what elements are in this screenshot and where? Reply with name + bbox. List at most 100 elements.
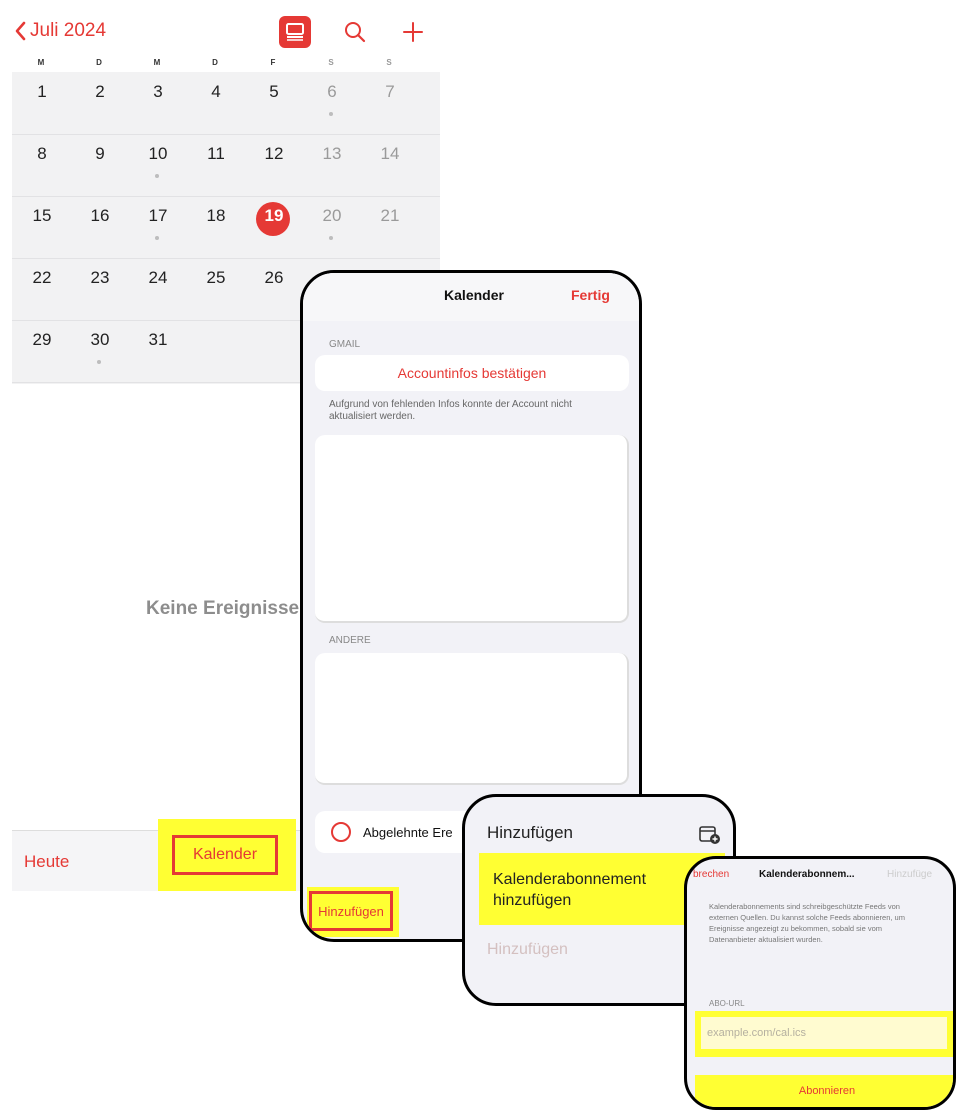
day-cell[interactable]: 29 bbox=[22, 330, 62, 350]
day-cell[interactable]: 14 bbox=[370, 144, 410, 164]
day-number: 31 bbox=[148, 330, 168, 349]
day-number: 30 bbox=[90, 330, 110, 349]
day-number: 7 bbox=[385, 82, 395, 101]
day-cell[interactable]: 6 bbox=[312, 82, 352, 116]
no-events-label: Keine Ereignisse bbox=[146, 598, 300, 619]
calendar-view-icon bbox=[286, 23, 304, 41]
day-number: 8 bbox=[37, 144, 47, 163]
section-header-other: ANDERE bbox=[329, 635, 371, 646]
day-cell[interactable]: 13 bbox=[312, 144, 352, 164]
day-cell[interactable]: 21 bbox=[370, 206, 410, 226]
day-number: 6 bbox=[327, 82, 337, 101]
day-number: 14 bbox=[380, 144, 400, 163]
search-button[interactable] bbox=[339, 16, 371, 48]
search-icon bbox=[345, 22, 366, 43]
chevron-left-icon bbox=[15, 21, 26, 41]
day-number: 26 bbox=[264, 268, 284, 287]
add-menu-disabled-item: Hinzufügen bbox=[487, 941, 568, 958]
day-number: 25 bbox=[206, 268, 226, 287]
day-number: 19 bbox=[264, 206, 284, 225]
section-header-gmail: GMAIL bbox=[329, 339, 361, 350]
day-cell[interactable]: 1 bbox=[22, 82, 62, 102]
subscription-sheet: brechen Kalenderabonnem... Hinzufüge Kal… bbox=[684, 856, 956, 1110]
calendar-header: Juli 2024 bbox=[0, 0, 440, 60]
done-button[interactable]: Fertig bbox=[571, 287, 610, 303]
day-number: 4 bbox=[211, 82, 221, 101]
subscribe-button[interactable]: Abonnieren bbox=[695, 1085, 953, 1097]
view-mode-button[interactable] bbox=[279, 16, 311, 48]
day-cell[interactable]: 17 bbox=[138, 206, 178, 240]
day-cell[interactable]: 23 bbox=[80, 268, 120, 288]
day-cell[interactable]: 16 bbox=[80, 206, 120, 226]
account-note: Aufgrund von fehlenden Infos konnte der … bbox=[329, 399, 572, 422]
week-row: 15 16 17 18 19 20 21 bbox=[12, 196, 440, 259]
cancel-button[interactable]: brechen bbox=[693, 869, 729, 880]
day-cell[interactable]: 7 bbox=[370, 82, 410, 102]
gmail-calendar-list bbox=[315, 435, 629, 623]
calendars-button[interactable]: Kalender bbox=[172, 835, 278, 875]
day-cell[interactable]: 18 bbox=[196, 206, 236, 226]
calendar-add-icon bbox=[699, 826, 720, 844]
add-subscription-item[interactable]: Kalenderabonnement hinzufügen bbox=[493, 869, 693, 911]
day-cell[interactable]: 9 bbox=[80, 144, 120, 164]
day-cell[interactable]: 10 bbox=[138, 144, 178, 178]
day-number: 23 bbox=[90, 268, 110, 287]
day-cell[interactable]: 5 bbox=[254, 82, 294, 102]
day-number: 5 bbox=[269, 82, 279, 101]
checkbox-circle-icon[interactable] bbox=[331, 822, 351, 842]
day-number: 22 bbox=[32, 268, 52, 287]
day-cell[interactable]: 31 bbox=[138, 330, 178, 350]
add-calendar-button[interactable]: Hinzufügen bbox=[309, 891, 393, 931]
day-number: 13 bbox=[322, 144, 342, 163]
other-calendar-list bbox=[315, 653, 629, 785]
day-cell[interactable]: 11 bbox=[196, 144, 236, 164]
day-number: 15 bbox=[32, 206, 52, 225]
plus-icon bbox=[403, 22, 423, 42]
day-cell[interactable]: 22 bbox=[22, 268, 62, 288]
subscription-url-input[interactable] bbox=[701, 1017, 947, 1049]
day-number: 21 bbox=[380, 206, 400, 225]
subscription-title: Kalenderabonnem... bbox=[759, 869, 855, 880]
day-number: 18 bbox=[206, 206, 226, 225]
day-number: 11 bbox=[207, 144, 225, 163]
rejected-events-label: Abgelehnte Ere bbox=[363, 824, 453, 840]
day-number: 20 bbox=[322, 206, 342, 225]
confirm-account-button[interactable]: Accountinfos bestätigen bbox=[315, 355, 629, 391]
day-number: 2 bbox=[95, 82, 105, 101]
day-cell[interactable]: 15 bbox=[22, 206, 62, 226]
event-dot bbox=[155, 236, 159, 240]
day-cell[interactable]: 20 bbox=[312, 206, 352, 240]
week-row: 1 2 3 4 5 6 7 bbox=[12, 72, 440, 135]
subscription-add-button[interactable]: Hinzufüge bbox=[887, 869, 932, 880]
day-number: 9 bbox=[95, 144, 105, 163]
event-dot bbox=[329, 112, 333, 116]
event-dot bbox=[155, 174, 159, 178]
day-cell[interactable]: 26 bbox=[254, 268, 294, 288]
day-cell[interactable]: 3 bbox=[138, 82, 178, 102]
back-to-year-button[interactable]: Juli 2024 bbox=[14, 20, 106, 42]
today-button[interactable]: Heute bbox=[24, 852, 69, 872]
month-label: Juli 2024 bbox=[30, 20, 107, 41]
day-number: 17 bbox=[148, 206, 168, 225]
day-number: 16 bbox=[90, 206, 110, 225]
event-dot bbox=[329, 236, 333, 240]
day-cell[interactable]: 12 bbox=[254, 144, 294, 164]
day-number: 29 bbox=[32, 330, 52, 349]
day-number: 10 bbox=[148, 144, 168, 163]
day-cell[interactable]: 19 bbox=[254, 202, 294, 236]
add-event-button[interactable] bbox=[397, 16, 429, 48]
day-number: 1 bbox=[37, 82, 47, 101]
day-cell[interactable]: 2 bbox=[80, 82, 120, 102]
add-menu-icon-wrap bbox=[699, 825, 721, 850]
day-cell[interactable]: 30 bbox=[80, 330, 120, 364]
day-cell[interactable]: 25 bbox=[196, 268, 236, 288]
day-cell[interactable]: 8 bbox=[22, 144, 62, 164]
day-cell[interactable]: 24 bbox=[138, 268, 178, 288]
event-dot bbox=[97, 360, 101, 364]
day-number: 12 bbox=[264, 144, 284, 163]
subscription-description: Kalenderabonnements sind schreibgeschütz… bbox=[709, 902, 905, 944]
week-row: 8 9 10 11 12 13 14 bbox=[12, 134, 440, 197]
day-number: 3 bbox=[153, 82, 163, 101]
day-cell[interactable]: 4 bbox=[196, 82, 236, 102]
day-number: 24 bbox=[148, 268, 168, 287]
